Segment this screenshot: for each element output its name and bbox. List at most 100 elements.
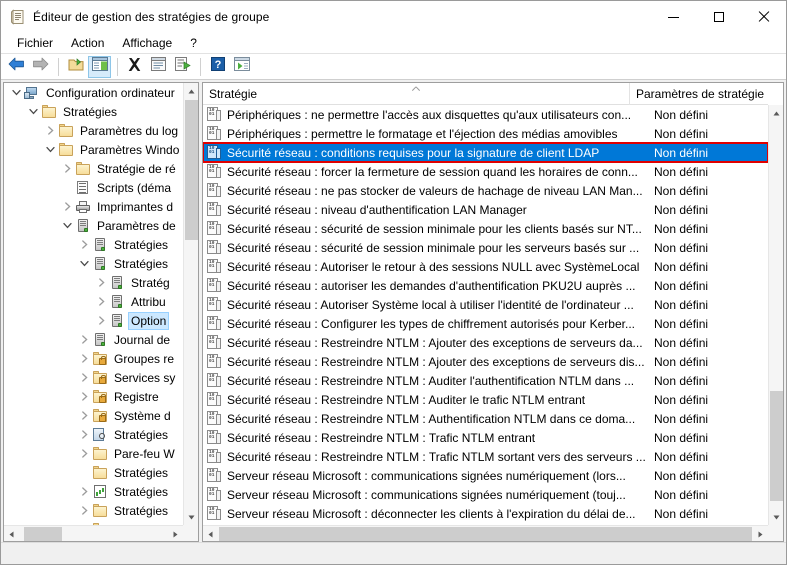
list-vertical-scrollbar[interactable] <box>768 105 783 525</box>
chevron-right-icon[interactable] <box>76 370 92 386</box>
tree-node[interactable]: Imprimantes d <box>4 197 183 216</box>
tree-node[interactable]: Paramètres Windo <box>4 140 183 159</box>
column-header-policy[interactable]: Stratégie <box>203 83 630 105</box>
chevron-right-icon[interactable] <box>93 294 109 310</box>
chevron-right-icon[interactable] <box>76 237 92 253</box>
chevron-down-icon[interactable] <box>25 104 41 120</box>
list-scroll-up-button[interactable] <box>769 105 783 121</box>
table-row[interactable]: 10 01 Sécurité réseau : Restreindre NTLM … <box>203 390 768 409</box>
chevron-right-icon[interactable] <box>59 161 75 177</box>
tree-node[interactable]: Services sy <box>4 368 183 387</box>
table-row[interactable]: 10 01 Sécurité réseau : Restreindre NTLM … <box>203 371 768 390</box>
tree-vertical-scrollbar[interactable] <box>183 83 198 525</box>
tree-node[interactable]: Stratégies <box>4 235 183 254</box>
show-hide-console-tree-button[interactable] <box>88 55 111 78</box>
chevron-right-icon[interactable] <box>76 408 92 424</box>
list-scroll-thumb[interactable] <box>770 391 783 501</box>
tree-node[interactable]: Groupes re <box>4 349 183 368</box>
table-row[interactable]: 10 01 Sécurité réseau : niveau d'authenti… <box>203 200 768 219</box>
tree-node[interactable]: Stratégies <box>4 102 183 121</box>
table-row[interactable]: 10 01 Périphériques : permettre le format… <box>203 124 768 143</box>
tree-node[interactable]: Pare-feu W <box>4 444 183 463</box>
table-row[interactable]: 10 01 Sécurité réseau : conditions requis… <box>203 142 768 163</box>
delete-button[interactable] <box>123 56 146 78</box>
tree-node[interactable]: Journal de <box>4 330 183 349</box>
tree-node[interactable]: Paramètres du log <box>4 121 183 140</box>
up-folder-button[interactable] <box>64 56 87 78</box>
menu-affichage[interactable]: Affichage <box>113 35 181 52</box>
tree-hscroll-thumb[interactable] <box>24 527 62 541</box>
help-button[interactable]: ? <box>206 56 229 78</box>
table-row[interactable]: 10 01 Sécurité réseau : sécurité de sessi… <box>203 238 768 257</box>
chevron-right-icon[interactable] <box>76 503 92 519</box>
chevron-down-icon[interactable] <box>76 256 92 272</box>
tree-scroll-left-button[interactable] <box>4 526 19 541</box>
table-row[interactable]: 10 01 Sécurité réseau : Restreindre NTLM … <box>203 333 768 352</box>
console-tree[interactable]: Configuration ordinateur Stratégies Paramè… <box>4 83 183 525</box>
table-row[interactable]: 10 01 Serveur réseau Microsoft : déconnec… <box>203 504 768 523</box>
tree-node[interactable]: Stratégies <box>4 425 183 444</box>
tree-node[interactable]: Option <box>4 311 183 330</box>
table-row[interactable]: 10 01 Sécurité réseau : Restreindre NTLM … <box>203 428 768 447</box>
maximize-button[interactable] <box>696 1 741 33</box>
tree-scroll-right-button[interactable] <box>168 526 183 541</box>
table-row[interactable]: 10 01 Sécurité réseau : ne pas stocker de… <box>203 181 768 200</box>
list-horizontal-scrollbar[interactable] <box>203 525 768 541</box>
close-button[interactable] <box>741 1 786 33</box>
table-row[interactable]: 10 01 Sécurité réseau : sécurité de sessi… <box>203 219 768 238</box>
minimize-button[interactable] <box>651 1 696 33</box>
list-hscroll-thumb[interactable] <box>219 527 752 541</box>
chevron-right-icon[interactable] <box>93 275 109 291</box>
chevron-right-icon[interactable] <box>59 199 75 215</box>
menu-fichier[interactable]: Fichier <box>8 35 62 52</box>
chevron-right-icon[interactable] <box>76 389 92 405</box>
tree-scroll-up-button[interactable] <box>184 83 198 99</box>
menu-action[interactable]: Action <box>62 35 113 52</box>
chevron-right-icon[interactable] <box>76 332 92 348</box>
chevron-right-icon[interactable] <box>76 446 92 462</box>
tree-scroll-thumb[interactable] <box>185 100 198 240</box>
back-button[interactable] <box>5 56 28 78</box>
list-scroll-down-button[interactable] <box>769 509 783 525</box>
tree-horizontal-scrollbar[interactable] <box>4 525 183 541</box>
tree-node[interactable]: Attribu <box>4 292 183 311</box>
tree-node[interactable]: Système d <box>4 406 183 425</box>
tree-node[interactable]: Stratég <box>4 273 183 292</box>
table-row[interactable]: 10 01 Périphériques : ne permettre l'accè… <box>203 105 768 124</box>
table-row[interactable]: 10 01 Sécurité réseau : forcer la fermetu… <box>203 162 768 181</box>
table-row[interactable]: 10 01 Serveur réseau Microsoft : communic… <box>203 485 768 504</box>
chevron-right-icon[interactable] <box>76 351 92 367</box>
tree-node[interactable]: Stratégie de ré <box>4 159 183 178</box>
tree-node[interactable]: Scripts (déma <box>4 178 183 197</box>
tree-scroll-down-button[interactable] <box>184 509 198 525</box>
chevron-right-icon[interactable] <box>93 313 109 329</box>
tree-node[interactable]: Stratégies <box>4 482 183 501</box>
properties-button[interactable] <box>147 56 170 78</box>
table-row[interactable]: 10 01 Sécurité réseau : Restreindre NTLM … <box>203 447 768 466</box>
tree-node[interactable]: Registre <box>4 387 183 406</box>
tree-node[interactable]: Stratégies <box>4 254 183 273</box>
table-row[interactable]: 10 01 Sécurité réseau : Restreindre NTLM … <box>203 409 768 428</box>
chevron-right-icon[interactable] <box>76 484 92 500</box>
chevron-down-icon[interactable] <box>59 218 75 234</box>
export-list-button[interactable] <box>171 56 194 78</box>
list-scroll-right-button[interactable] <box>753 526 768 541</box>
table-row[interactable]: 10 01 Sécurité réseau : Autoriser le reto… <box>203 257 768 276</box>
chevron-right-icon[interactable] <box>76 427 92 443</box>
forward-button[interactable] <box>29 56 52 78</box>
policy-list[interactable]: 10 01 Périphériques : ne permettre l'accè… <box>203 105 768 525</box>
table-row[interactable]: 10 01 Sécurité réseau : Restreindre NTLM … <box>203 352 768 371</box>
chevron-down-icon[interactable] <box>8 85 24 101</box>
table-row[interactable]: 10 01 Serveur réseau Microsoft : communic… <box>203 466 768 485</box>
tree-node[interactable]: Configuration ordinateur <box>4 83 183 102</box>
table-row[interactable]: 10 01 Sécurité réseau : Autoriser Système… <box>203 295 768 314</box>
show-console-tree-button[interactable] <box>230 56 253 78</box>
tree-node[interactable]: Stratégies <box>4 463 183 482</box>
chevron-right-icon[interactable] <box>42 123 58 139</box>
chevron-down-icon[interactable] <box>42 142 58 158</box>
tree-node[interactable]: Paramètres de <box>4 216 183 235</box>
table-row[interactable]: 10 01 Sécurité réseau : Configurer les ty… <box>203 314 768 333</box>
list-scroll-left-button[interactable] <box>203 526 218 541</box>
table-row[interactable]: 10 01 Sécurité réseau : autoriser les dem… <box>203 276 768 295</box>
menu-help[interactable]: ? <box>181 35 206 52</box>
